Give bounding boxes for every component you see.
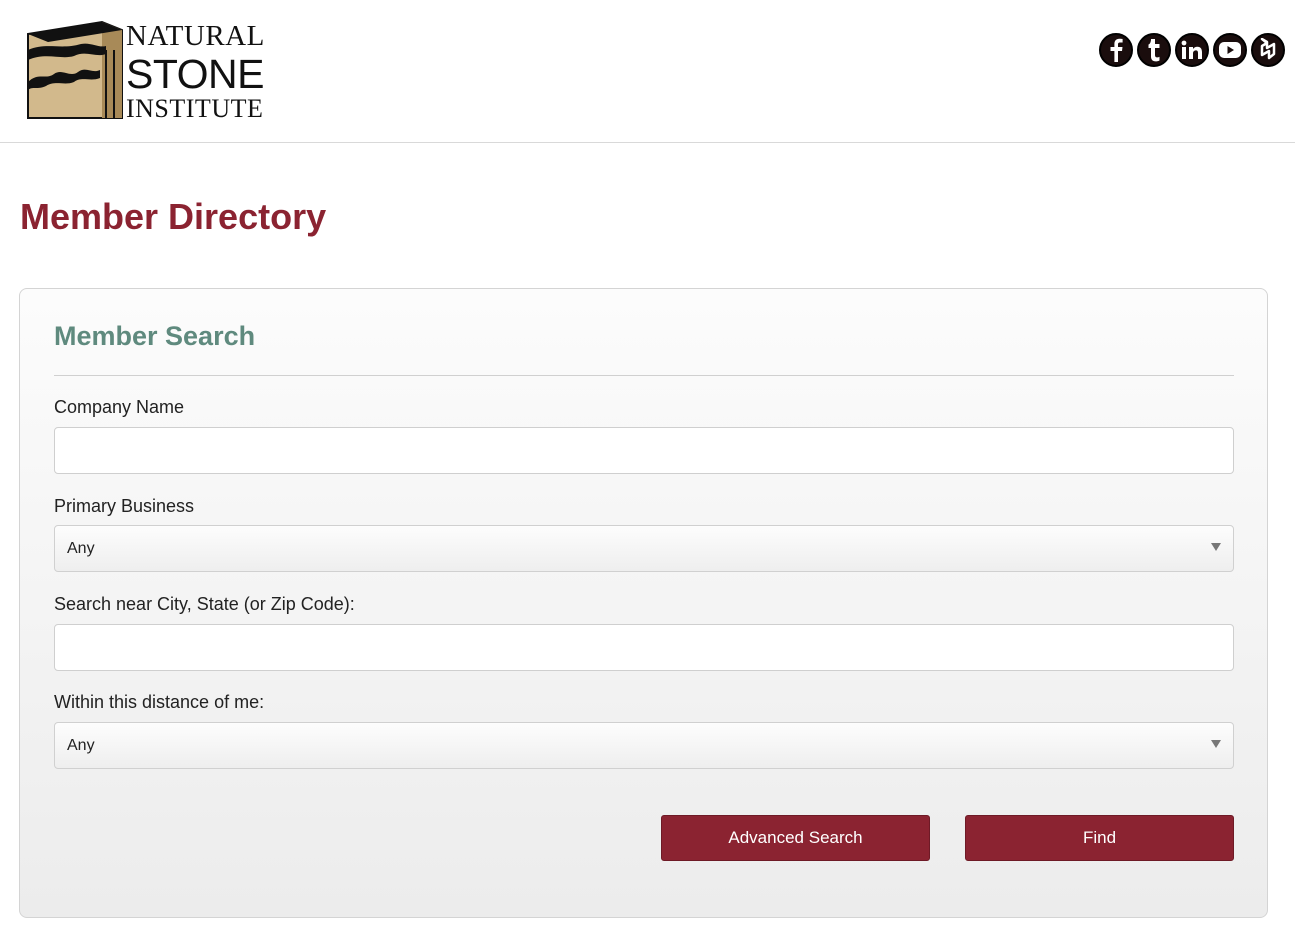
- company-name-label: Company Name: [54, 397, 185, 417]
- linkedin-icon[interactable]: [1175, 33, 1209, 67]
- facebook-icon[interactable]: [1099, 33, 1133, 67]
- chevron-down-icon: [1211, 740, 1221, 748]
- logo-line-stone: STONE: [126, 51, 265, 97]
- find-button[interactable]: Find: [965, 815, 1234, 861]
- member-search-panel: Member Search Company Name Primary Busin…: [19, 288, 1268, 918]
- tumblr-icon[interactable]: [1137, 33, 1171, 67]
- location-label: Search near City, State (or Zip Code):: [54, 594, 355, 614]
- primary-business-select[interactable]: Any: [54, 525, 1234, 572]
- logo-line-institute: INSTITUTE: [126, 94, 264, 123]
- logo-stone-icon: [27, 20, 123, 119]
- location-input[interactable]: [54, 624, 1234, 671]
- natural-stone-institute-logo[interactable]: NATURAL STONE INSTITUTE: [26, 18, 266, 122]
- divider: [54, 375, 1234, 376]
- member-search-heading: Member Search: [54, 321, 256, 351]
- logo-line-natural: NATURAL: [126, 20, 265, 52]
- social-links: [1099, 33, 1285, 67]
- houzz-icon[interactable]: [1251, 33, 1285, 67]
- primary-business-value: Any: [67, 540, 95, 557]
- site-header: NATURAL STONE INSTITUTE: [0, 0, 1295, 143]
- company-name-input[interactable]: [54, 427, 1234, 474]
- distance-select[interactable]: Any: [54, 722, 1234, 769]
- page-title: Member Directory: [20, 196, 327, 237]
- primary-business-label: Primary Business: [54, 496, 195, 516]
- distance-label: Within this distance of me:: [54, 692, 265, 712]
- distance-value: Any: [67, 737, 95, 754]
- youtube-icon[interactable]: [1213, 33, 1247, 67]
- advanced-search-button[interactable]: Advanced Search: [661, 815, 930, 861]
- chevron-down-icon: [1211, 543, 1221, 551]
